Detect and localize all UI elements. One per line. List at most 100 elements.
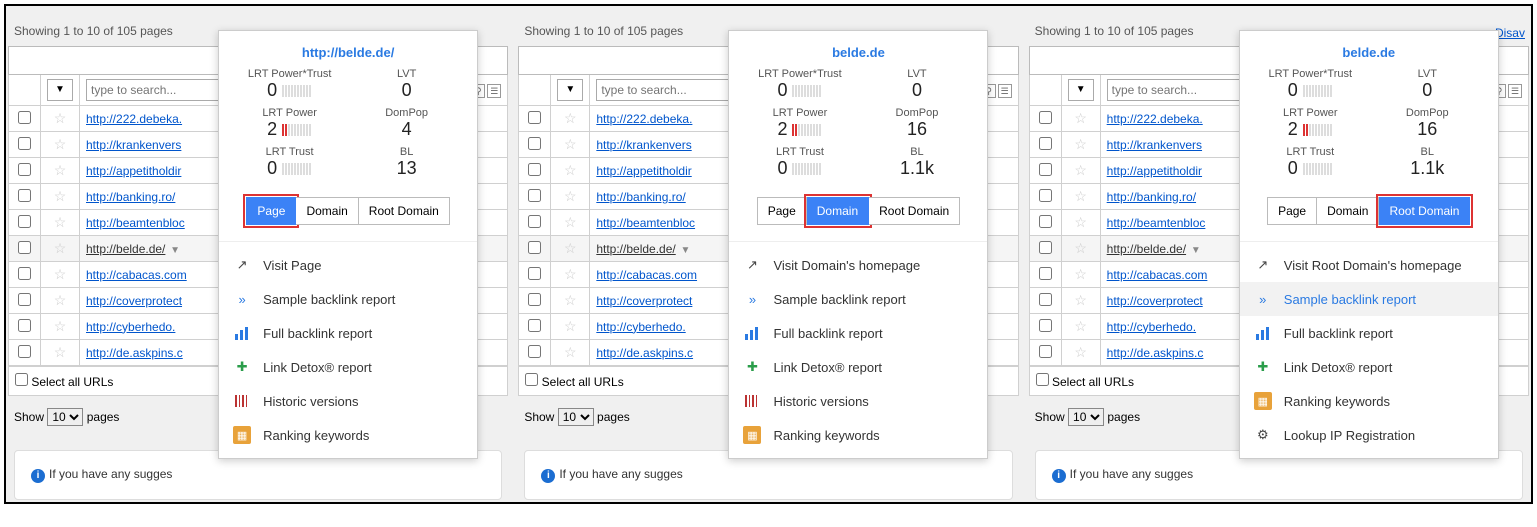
row-checkbox[interactable] [528, 163, 541, 176]
menu-item[interactable]: »Sample backlink report [1240, 282, 1498, 316]
row-checkbox[interactable] [18, 163, 31, 176]
menu-item[interactable]: ✚Link Detox® report [1240, 350, 1498, 384]
row-checkbox[interactable] [1039, 241, 1052, 254]
popover-title[interactable]: belde.de [729, 31, 987, 64]
star-icon[interactable]: ☆ [1074, 214, 1087, 230]
row-checkbox[interactable] [18, 241, 31, 254]
row-checkbox[interactable] [18, 319, 31, 332]
star-icon[interactable]: ☆ [54, 344, 67, 360]
filter-dropdown[interactable]: ▼ [557, 79, 583, 101]
tab-page[interactable]: Page [1267, 197, 1317, 225]
star-icon[interactable]: ☆ [1074, 292, 1087, 308]
url-link[interactable]: http://coverprotect [596, 294, 692, 308]
url-link[interactable]: http://krankenvers [596, 138, 691, 152]
menu-item[interactable]: »Sample backlink report [219, 282, 477, 316]
url-link[interactable]: http://krankenvers [1107, 138, 1202, 152]
menu-item[interactable]: ↗Visit Page [219, 248, 477, 282]
select-all-checkbox[interactable] [1036, 373, 1049, 386]
row-checkbox[interactable] [528, 137, 541, 150]
filter-icon[interactable]: ☰ [998, 84, 1012, 98]
star-icon[interactable]: ☆ [564, 344, 577, 360]
url-link[interactable]: http://belde.de/ [1107, 242, 1186, 256]
tab-root domain[interactable]: Root Domain [869, 197, 960, 225]
menu-item[interactable]: ✚Link Detox® report [219, 350, 477, 384]
star-icon[interactable]: ☆ [54, 136, 67, 152]
url-link[interactable]: http://cyberhedo. [596, 320, 685, 334]
menu-item[interactable]: ▦Ranking keywords [729, 418, 987, 452]
tab-page[interactable]: Page [757, 197, 807, 225]
url-link[interactable]: http://banking.ro/ [1107, 190, 1196, 204]
row-checkbox[interactable] [528, 111, 541, 124]
row-checkbox[interactable] [528, 215, 541, 228]
menu-item[interactable]: Historic versions [219, 384, 477, 418]
popover-title[interactable]: belde.de [1240, 31, 1498, 64]
url-link[interactable]: http://cabacas.com [596, 268, 697, 282]
row-checkbox[interactable] [528, 241, 541, 254]
page-size-select[interactable]: 10 [47, 408, 83, 426]
url-link[interactable]: http://de.askpins.c [1107, 346, 1204, 360]
star-icon[interactable]: ☆ [54, 110, 67, 126]
url-link[interactable]: http://cabacas.com [86, 268, 187, 282]
filter-icon[interactable]: ☰ [1508, 84, 1522, 98]
star-icon[interactable]: ☆ [564, 292, 577, 308]
url-link[interactable]: http://coverprotect [1107, 294, 1203, 308]
row-checkbox[interactable] [18, 345, 31, 358]
row-checkbox[interactable] [528, 319, 541, 332]
row-checkbox[interactable] [18, 189, 31, 202]
star-icon[interactable]: ☆ [1074, 162, 1087, 178]
star-icon[interactable]: ☆ [564, 318, 577, 334]
star-icon[interactable]: ☆ [1074, 136, 1087, 152]
star-icon[interactable]: ☆ [1074, 240, 1087, 256]
row-checkbox[interactable] [18, 215, 31, 228]
url-link[interactable]: http://coverprotect [86, 294, 182, 308]
url-link[interactable]: http://de.askpins.c [596, 346, 693, 360]
url-link[interactable]: http://beamtenbloc [1107, 216, 1206, 230]
row-checkbox[interactable] [18, 267, 31, 280]
tab-domain[interactable]: Domain [1317, 197, 1379, 225]
row-checkbox[interactable] [18, 137, 31, 150]
star-icon[interactable]: ☆ [54, 162, 67, 178]
row-checkbox[interactable] [1039, 267, 1052, 280]
star-icon[interactable]: ☆ [564, 240, 577, 256]
disavow-link[interactable]: Disav [1495, 26, 1525, 40]
url-link[interactable]: http://beamtenbloc [86, 216, 185, 230]
star-icon[interactable]: ☆ [54, 214, 67, 230]
url-link[interactable]: http://appetitholdir [596, 164, 691, 178]
star-icon[interactable]: ☆ [564, 214, 577, 230]
row-checkbox[interactable] [18, 111, 31, 124]
url-link[interactable]: http://appetitholdir [1107, 164, 1202, 178]
star-icon[interactable]: ☆ [564, 136, 577, 152]
url-link[interactable]: http://belde.de/ [86, 242, 165, 256]
star-icon[interactable]: ☆ [1074, 344, 1087, 360]
tab-root domain[interactable]: Root Domain [359, 197, 450, 225]
tab-root domain[interactable]: Root Domain [1379, 197, 1470, 225]
row-checkbox[interactable] [528, 345, 541, 358]
url-link[interactable]: http://222.debeka. [1107, 112, 1203, 126]
star-icon[interactable]: ☆ [54, 188, 67, 204]
star-icon[interactable]: ☆ [54, 292, 67, 308]
url-link[interactable]: http://222.debeka. [596, 112, 692, 126]
star-icon[interactable]: ☆ [54, 318, 67, 334]
url-link[interactable]: http://222.debeka. [86, 112, 182, 126]
star-icon[interactable]: ☆ [54, 240, 67, 256]
menu-item[interactable]: ▦Ranking keywords [219, 418, 477, 452]
menu-item[interactable]: Full backlink report [1240, 316, 1498, 350]
row-checkbox[interactable] [1039, 319, 1052, 332]
row-checkbox[interactable] [1039, 137, 1052, 150]
filter-dropdown[interactable]: ▼ [47, 79, 73, 101]
row-checkbox[interactable] [528, 189, 541, 202]
url-link[interactable]: http://beamtenbloc [596, 216, 695, 230]
row-checkbox[interactable] [18, 293, 31, 306]
popover-title[interactable]: http://belde.de/ [219, 31, 477, 64]
menu-item[interactable]: Full backlink report [729, 316, 987, 350]
page-size-select[interactable]: 10 [1068, 408, 1104, 426]
row-checkbox[interactable] [1039, 293, 1052, 306]
menu-item[interactable]: ⚙Lookup IP Registration [1240, 418, 1498, 452]
row-checkbox[interactable] [1039, 189, 1052, 202]
url-link[interactable]: http://banking.ro/ [86, 190, 175, 204]
menu-item[interactable]: ▦Ranking keywords [1240, 384, 1498, 418]
menu-item[interactable]: Historic versions [729, 384, 987, 418]
star-icon[interactable]: ☆ [564, 110, 577, 126]
star-icon[interactable]: ☆ [564, 266, 577, 282]
star-icon[interactable]: ☆ [564, 188, 577, 204]
